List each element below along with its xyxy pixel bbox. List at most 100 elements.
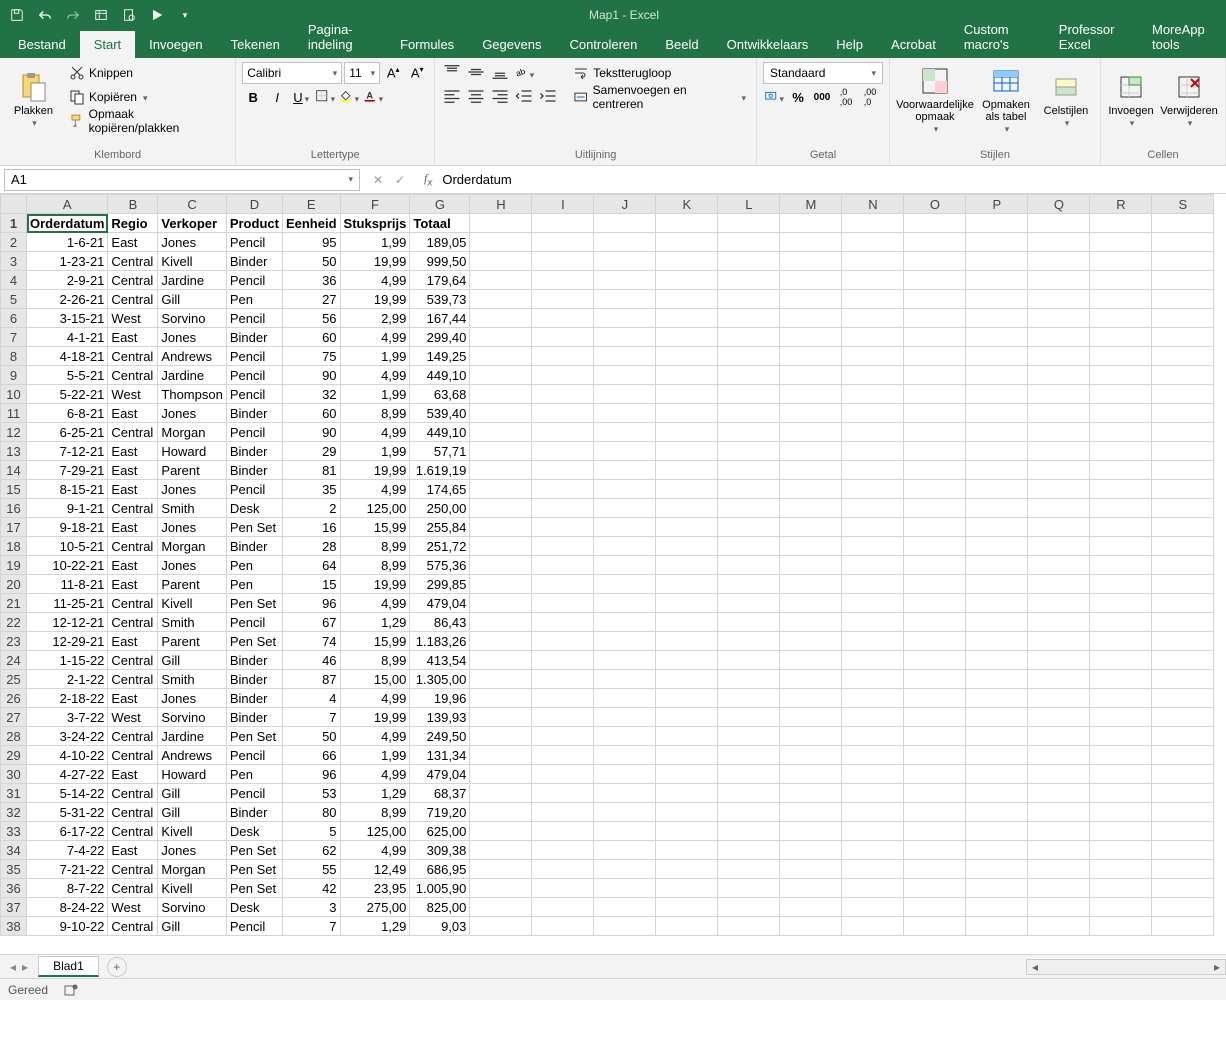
cell[interactable]: Central — [108, 252, 158, 271]
cell[interactable] — [470, 461, 532, 480]
cell[interactable]: Pen Set — [226, 841, 282, 860]
cell[interactable]: 1,99 — [340, 746, 410, 765]
cell[interactable] — [656, 423, 718, 442]
cell[interactable]: 1-15-22 — [27, 651, 108, 670]
cell[interactable]: Stuksprijs — [340, 214, 410, 233]
cell[interactable] — [1152, 518, 1214, 537]
cell[interactable] — [904, 689, 966, 708]
cell[interactable] — [718, 347, 780, 366]
cell[interactable] — [1028, 632, 1090, 651]
column-header-B[interactable]: B — [108, 195, 158, 214]
cell[interactable]: Gill — [158, 917, 226, 936]
cell[interactable] — [904, 423, 966, 442]
cell[interactable]: Jardine — [158, 366, 226, 385]
cell[interactable] — [718, 613, 780, 632]
cell[interactable] — [1152, 575, 1214, 594]
percent-button[interactable]: % — [787, 86, 809, 108]
qat-icon-1[interactable] — [92, 6, 110, 24]
cell[interactable] — [594, 689, 656, 708]
cell[interactable]: 50 — [282, 252, 340, 271]
cell[interactable] — [656, 594, 718, 613]
underline-button[interactable]: U — [290, 86, 312, 108]
row-header-33[interactable]: 33 — [1, 822, 27, 841]
cell[interactable] — [470, 404, 532, 423]
cell[interactable]: 174,65 — [410, 480, 470, 499]
cell[interactable] — [718, 860, 780, 879]
row-header-32[interactable]: 32 — [1, 803, 27, 822]
align-middle-button[interactable] — [465, 62, 487, 84]
cell[interactable] — [656, 841, 718, 860]
cell[interactable] — [1028, 803, 1090, 822]
cell[interactable] — [1028, 575, 1090, 594]
cell[interactable] — [718, 803, 780, 822]
cell[interactable] — [594, 860, 656, 879]
sheet-tab-1[interactable]: Blad1 — [38, 956, 99, 977]
cell[interactable] — [470, 670, 532, 689]
cell[interactable] — [594, 385, 656, 404]
cell[interactable] — [904, 404, 966, 423]
cell[interactable] — [1090, 423, 1152, 442]
cell[interactable]: Sorvino — [158, 898, 226, 917]
cell[interactable]: Binder — [226, 537, 282, 556]
cell[interactable]: 6-8-21 — [27, 404, 108, 423]
cell[interactable] — [532, 689, 594, 708]
cell[interactable] — [904, 385, 966, 404]
cell[interactable] — [470, 822, 532, 841]
cell[interactable] — [780, 556, 842, 575]
cell[interactable]: 250,00 — [410, 499, 470, 518]
cell[interactable] — [656, 309, 718, 328]
cell[interactable] — [1090, 575, 1152, 594]
cell[interactable] — [966, 328, 1028, 347]
cell[interactable]: Central — [108, 594, 158, 613]
column-header-J[interactable]: J — [594, 195, 656, 214]
cell[interactable]: Morgan — [158, 423, 226, 442]
cell[interactable] — [1028, 347, 1090, 366]
cell[interactable]: 19,99 — [340, 708, 410, 727]
cell[interactable]: Pen — [226, 765, 282, 784]
cell[interactable] — [842, 841, 904, 860]
cell[interactable]: 9,03 — [410, 917, 470, 936]
cell[interactable] — [904, 347, 966, 366]
cell[interactable] — [594, 271, 656, 290]
cell[interactable] — [966, 670, 1028, 689]
cell[interactable]: 1-23-21 — [27, 252, 108, 271]
cell[interactable] — [966, 613, 1028, 632]
cell[interactable]: Pen Set — [226, 860, 282, 879]
cell[interactable]: 7-12-21 — [27, 442, 108, 461]
cell[interactable]: Central — [108, 290, 158, 309]
cell[interactable]: 1,29 — [340, 784, 410, 803]
row-header-21[interactable]: 21 — [1, 594, 27, 613]
cell[interactable]: Central — [108, 822, 158, 841]
cell[interactable] — [780, 613, 842, 632]
row-header-19[interactable]: 19 — [1, 556, 27, 575]
cell[interactable]: 1,99 — [340, 347, 410, 366]
cell[interactable] — [780, 784, 842, 803]
cell[interactable] — [532, 784, 594, 803]
cell[interactable] — [904, 860, 966, 879]
cell[interactable]: 2-18-22 — [27, 689, 108, 708]
cell[interactable] — [594, 879, 656, 898]
cell[interactable] — [594, 233, 656, 252]
cell[interactable]: 449,10 — [410, 423, 470, 442]
cell[interactable] — [532, 727, 594, 746]
cell[interactable]: Central — [108, 727, 158, 746]
cell[interactable] — [718, 366, 780, 385]
cell[interactable] — [718, 328, 780, 347]
cell[interactable] — [780, 214, 842, 233]
cell[interactable] — [904, 480, 966, 499]
cell[interactable] — [1152, 499, 1214, 518]
cell[interactable] — [1152, 480, 1214, 499]
cell[interactable] — [966, 537, 1028, 556]
select-all-corner[interactable] — [1, 195, 27, 214]
cell[interactable]: Desk — [226, 499, 282, 518]
add-sheet-button[interactable]: + — [107, 957, 127, 977]
cell[interactable] — [904, 575, 966, 594]
cell[interactable] — [1090, 252, 1152, 271]
cell[interactable] — [470, 594, 532, 613]
cell[interactable]: Pen Set — [226, 594, 282, 613]
cell[interactable]: 50 — [282, 727, 340, 746]
cell[interactable] — [842, 385, 904, 404]
cell[interactable] — [532, 461, 594, 480]
cell[interactable] — [780, 480, 842, 499]
cell[interactable] — [532, 366, 594, 385]
